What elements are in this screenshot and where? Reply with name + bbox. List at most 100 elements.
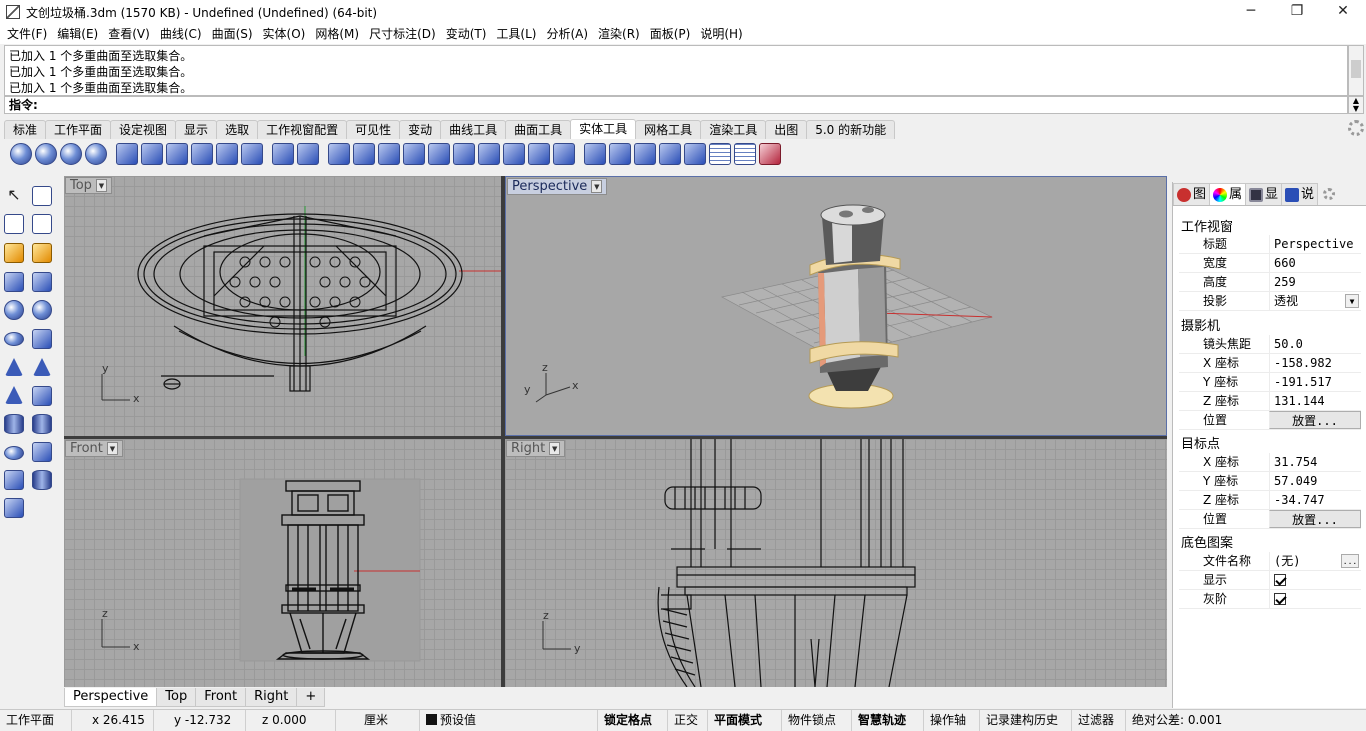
status-layer[interactable]: 预设值 xyxy=(420,709,598,731)
solid-points-grid-icon[interactable] xyxy=(734,143,756,165)
merge-faces-icon[interactable] xyxy=(453,143,475,165)
rotate-hole-icon[interactable] xyxy=(503,143,525,165)
camera-y-field[interactable]: -191.517 xyxy=(1269,373,1361,391)
command-spinner[interactable]: ▲ ▼ xyxy=(1348,96,1364,114)
target-z-field[interactable]: -34.747 xyxy=(1269,491,1361,509)
delete-hole-icon[interactable] xyxy=(553,143,575,165)
tab-curve-tools[interactable]: 曲线工具 xyxy=(440,120,507,139)
solid-points-on-icon[interactable] xyxy=(709,143,731,165)
panel-settings-gear-icon[interactable] xyxy=(1323,188,1336,200)
status-ortho-toggle[interactable]: 正交 xyxy=(668,709,708,731)
tab-drafting[interactable]: 出图 xyxy=(765,120,808,139)
ellipsoid-icon[interactable] xyxy=(4,332,24,346)
menu-surface[interactable]: 曲面(S) xyxy=(207,25,258,43)
viewport-front-label[interactable]: Front ▼ xyxy=(65,440,123,457)
chevron-down-icon[interactable]: ▼ xyxy=(95,179,107,192)
box-corner-icon[interactable] xyxy=(32,272,52,292)
chevron-down-icon[interactable]: ▼ xyxy=(106,442,118,455)
cap-planar-holes-icon[interactable] xyxy=(216,143,238,165)
status-smarttrack-toggle[interactable]: 智慧轨迹 xyxy=(852,709,924,731)
viewport-right-label[interactable]: Right ▼ xyxy=(506,440,566,457)
boolean-split-icon[interactable] xyxy=(85,143,107,165)
tab-set-view[interactable]: 设定视图 xyxy=(110,120,177,139)
status-filter-toggle[interactable]: 过滤器 xyxy=(1072,709,1126,731)
extrude-curve-icon[interactable] xyxy=(32,470,52,490)
chevron-down-icon[interactable]: ▼ xyxy=(1345,294,1359,308)
status-planar-toggle[interactable]: 平面模式 xyxy=(708,709,782,731)
vptab-front[interactable]: Front xyxy=(195,688,247,707)
pyramid-top-icon[interactable] xyxy=(32,386,52,406)
target-y-field[interactable]: 57.049 xyxy=(1269,472,1361,490)
command-history-scrollbar[interactable] xyxy=(1348,45,1364,96)
maximize-button[interactable]: ❐ xyxy=(1274,0,1320,24)
minimize-button[interactable]: ─ xyxy=(1228,0,1274,24)
menu-transform[interactable]: 变动(T) xyxy=(441,25,492,43)
tab-transform[interactable]: 变动 xyxy=(399,120,442,139)
pyramid-icon[interactable] xyxy=(5,386,23,404)
target-place-button[interactable]: 放置... xyxy=(1269,510,1361,528)
status-osnap-toggle[interactable]: 物件锁点 xyxy=(782,709,852,731)
split-face-icon[interactable] xyxy=(403,143,425,165)
tab-cplanes[interactable]: 工作平面 xyxy=(45,120,112,139)
sphere-center-icon[interactable] xyxy=(32,300,52,320)
camera-place-button[interactable]: 放置... xyxy=(1269,411,1361,429)
boolean-union-icon[interactable] xyxy=(10,143,32,165)
pipe-icon[interactable] xyxy=(32,442,52,462)
cone-icon[interactable] xyxy=(5,358,23,376)
vptab-right[interactable]: Right xyxy=(245,688,298,707)
viewport-right[interactable]: z y Right ▼ xyxy=(505,439,1167,687)
boolean-intersection-icon[interactable] xyxy=(60,143,82,165)
tab-visibility[interactable]: 可见性 xyxy=(346,120,401,139)
make-hole-icon[interactable] xyxy=(584,143,606,165)
menu-analyze[interactable]: 分析(A) xyxy=(541,25,593,43)
menu-mesh[interactable]: 网格(M) xyxy=(310,25,364,43)
menu-render[interactable]: 渲染(R) xyxy=(593,25,645,43)
menu-dimension[interactable]: 尺寸标注(D) xyxy=(364,25,441,43)
command-line[interactable]: 指令: xyxy=(4,96,1348,114)
gear-transform-icon[interactable] xyxy=(4,243,24,263)
fold-face-icon[interactable] xyxy=(428,143,450,165)
lens-length-field[interactable]: 50.0 xyxy=(1269,335,1361,353)
solid-box-icon[interactable] xyxy=(272,143,294,165)
menu-file[interactable]: 文件(F) xyxy=(2,25,52,43)
tab-mesh-tools[interactable]: 网格工具 xyxy=(635,120,702,139)
point-icon[interactable] xyxy=(4,214,24,234)
boolean-difference-icon[interactable] xyxy=(35,143,57,165)
paraboloid-icon[interactable] xyxy=(32,329,52,349)
projection-select[interactable]: 透视 ▼ xyxy=(1269,292,1361,310)
tab-render-tools[interactable]: 渲染工具 xyxy=(700,120,767,139)
panel-tab-help[interactable]: 说 xyxy=(1281,183,1319,205)
cylinder-icon[interactable] xyxy=(4,414,24,434)
solid-points-off-icon[interactable] xyxy=(759,143,781,165)
torus-icon[interactable] xyxy=(4,446,24,460)
extrude-icon[interactable] xyxy=(4,470,24,490)
line-icon[interactable] xyxy=(32,214,52,234)
tab-viewport-layout[interactable]: 工作视窗配置 xyxy=(257,120,348,139)
wallpaper-file-field[interactable]: (无)... xyxy=(1269,552,1361,570)
browse-file-button[interactable]: ... xyxy=(1341,554,1359,568)
viewport-top-label[interactable]: Top ▼ xyxy=(65,177,112,194)
chamfer-edge-icon[interactable] xyxy=(141,143,163,165)
title-field[interactable]: Perspective xyxy=(1269,235,1361,253)
vptab-top[interactable]: Top xyxy=(156,688,197,707)
sphere-icon[interactable] xyxy=(4,300,24,320)
menu-curve[interactable]: 曲线(C) xyxy=(155,25,207,43)
fillet-edge-icon[interactable] xyxy=(116,143,138,165)
height-field[interactable]: 259 xyxy=(1269,273,1361,291)
round-hole-icon[interactable] xyxy=(634,143,656,165)
revolve-hole-icon[interactable] xyxy=(684,143,706,165)
box-solid-icon[interactable] xyxy=(4,272,24,292)
solid-cylinder-icon[interactable] xyxy=(297,143,319,165)
panel-tab-layers[interactable]: 图 xyxy=(1173,183,1211,205)
array-hole-icon[interactable] xyxy=(659,143,681,165)
menu-view[interactable]: 查看(V) xyxy=(103,25,155,43)
move-hole-icon[interactable] xyxy=(478,143,500,165)
width-field[interactable]: 660 xyxy=(1269,254,1361,272)
shell-icon[interactable] xyxy=(191,143,213,165)
status-snap-toggle[interactable]: 锁定格点 xyxy=(598,709,668,731)
show-wallpaper-checkbox[interactable] xyxy=(1274,574,1286,586)
tab-solid-tools[interactable]: 实体工具 xyxy=(570,119,637,139)
tab-new-in-v5[interactable]: 5.0 的新功能 xyxy=(806,120,896,139)
close-button[interactable]: ✕ xyxy=(1320,0,1366,24)
move-face-icon[interactable] xyxy=(353,143,375,165)
